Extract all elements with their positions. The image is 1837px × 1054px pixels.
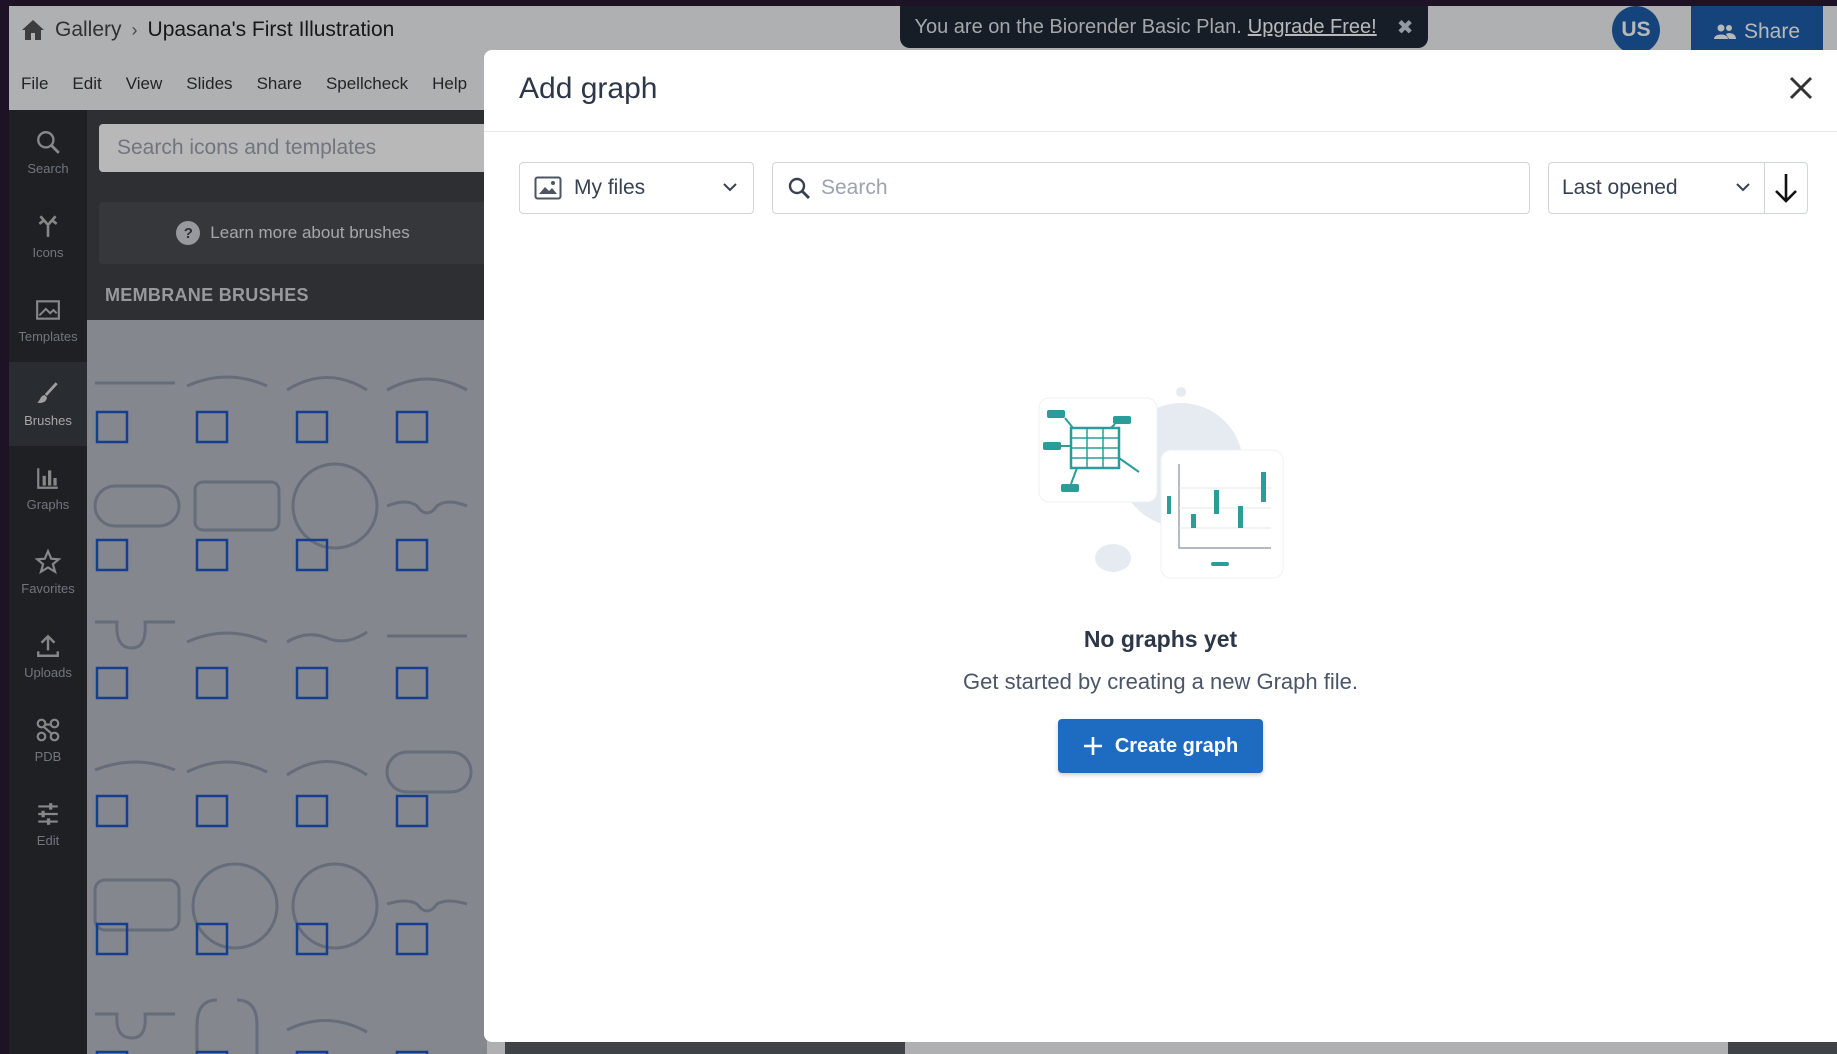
sort-direction-button[interactable] (1764, 162, 1808, 214)
chevron-down-icon (723, 183, 737, 192)
close-button[interactable] (1783, 70, 1819, 106)
plus-icon (1083, 737, 1102, 755)
modal-title: Add graph (519, 72, 658, 105)
modal-controls: My files Last opened (519, 162, 1809, 214)
sort-select[interactable]: Last opened (1548, 162, 1765, 214)
search-icon (788, 177, 810, 199)
search-input[interactable] (821, 176, 1501, 200)
chevron-down-icon (1736, 183, 1750, 192)
close-icon (1789, 76, 1813, 100)
add-graph-modal: Add graph My files Last opened (484, 50, 1837, 1042)
graph-illustration-icon (1038, 387, 1283, 579)
empty-title: No graphs yet (1083, 626, 1238, 652)
empty-subtitle: Get started by creating a new Graph file… (963, 669, 1358, 694)
source-select[interactable]: My files (519, 162, 754, 214)
arrow-down-icon (1775, 174, 1797, 203)
modal-header: Add graph (484, 50, 1837, 132)
create-graph-button[interactable]: Create graph (1058, 719, 1263, 773)
search-field[interactable] (772, 162, 1530, 214)
empty-state: No graphs yet Get started by creating a … (484, 380, 1837, 773)
image-icon (534, 176, 562, 200)
